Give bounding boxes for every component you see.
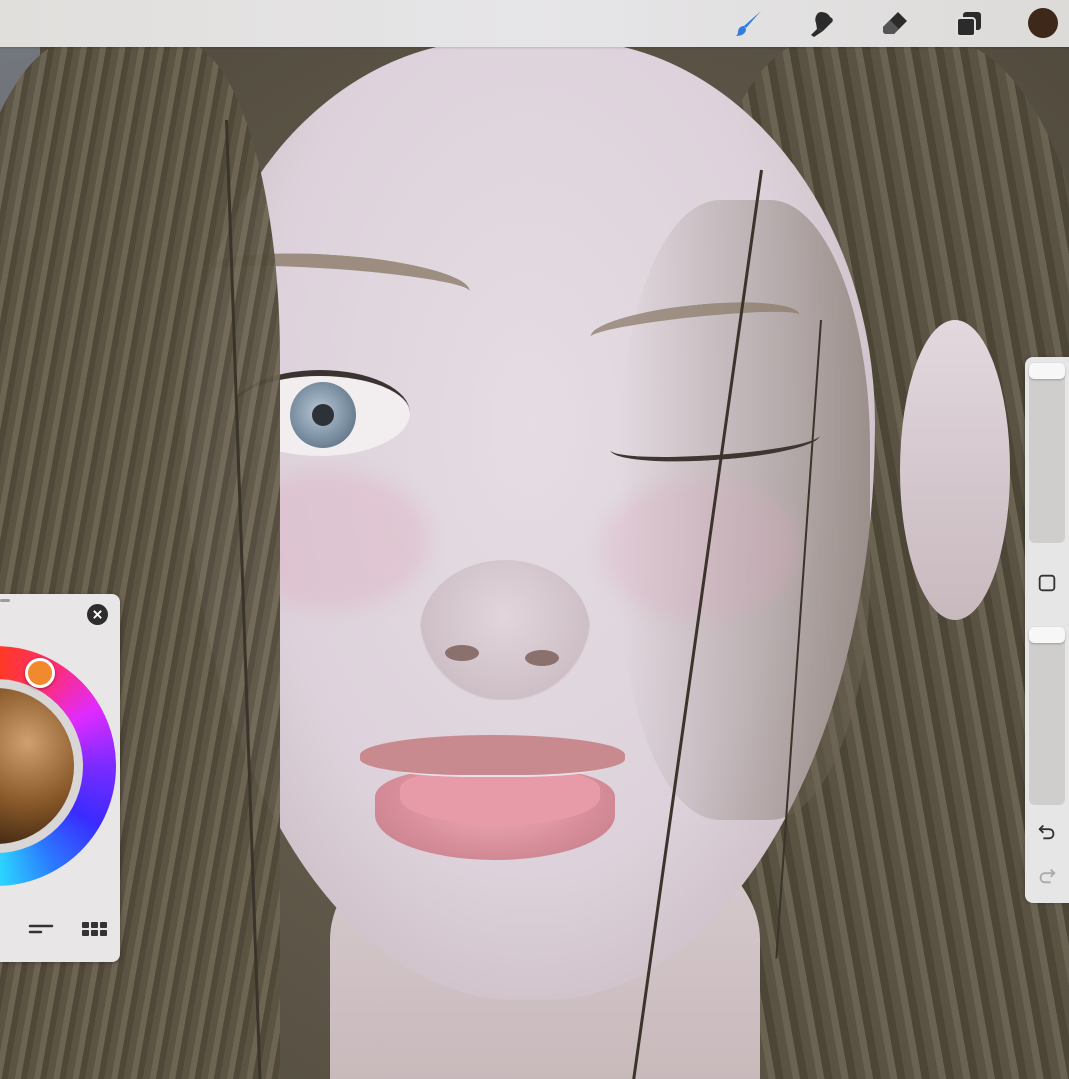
drawing-canvas[interactable] [0,0,1069,1079]
close-color-panel-button[interactable] [87,604,108,625]
brush-size-slider[interactable] [1029,363,1065,543]
upper-lip [360,735,625,775]
redo-button[interactable] [1031,859,1063,891]
undo-button[interactable] [1031,815,1063,847]
tongue [400,770,600,825]
iris [290,382,356,448]
nostril-right [525,650,559,666]
paintbrush-icon [736,11,761,36]
nostril-left [445,645,479,661]
opacity-slider[interactable] [1029,627,1065,805]
paintbrush-tool-button[interactable] [731,6,767,42]
smudge-tool-button[interactable] [804,6,840,42]
slider-thumb[interactable] [1029,627,1065,643]
smudge-icon [811,12,833,37]
color-panel [0,594,120,962]
tab-palettes[interactable] [79,918,109,940]
undo-icon [1038,824,1055,840]
panel-grip[interactable] [0,599,10,602]
close-icon [93,610,102,619]
eraser-icon [883,12,907,34]
ear [900,320,1010,620]
current-color-swatch[interactable] [1028,8,1058,38]
slider-thumb[interactable] [1029,363,1065,379]
layers-button[interactable] [951,6,987,42]
palette-grid-icon [82,922,107,936]
square-icon [1038,574,1056,592]
eraser-tool-button[interactable] [877,6,913,42]
hue-knob[interactable] [25,658,55,688]
layers-icon [956,12,981,37]
pupil [312,404,334,426]
right-sidebar [1025,357,1069,903]
redo-icon [1039,868,1056,884]
nose [420,560,590,700]
modify-button[interactable] [1031,567,1063,599]
disc-icon [0,918,14,940]
sliders-icon [28,924,54,934]
tab-sliders[interactable] [26,918,56,940]
top-toolbar [0,0,1069,47]
tab-disc[interactable] [0,918,18,940]
